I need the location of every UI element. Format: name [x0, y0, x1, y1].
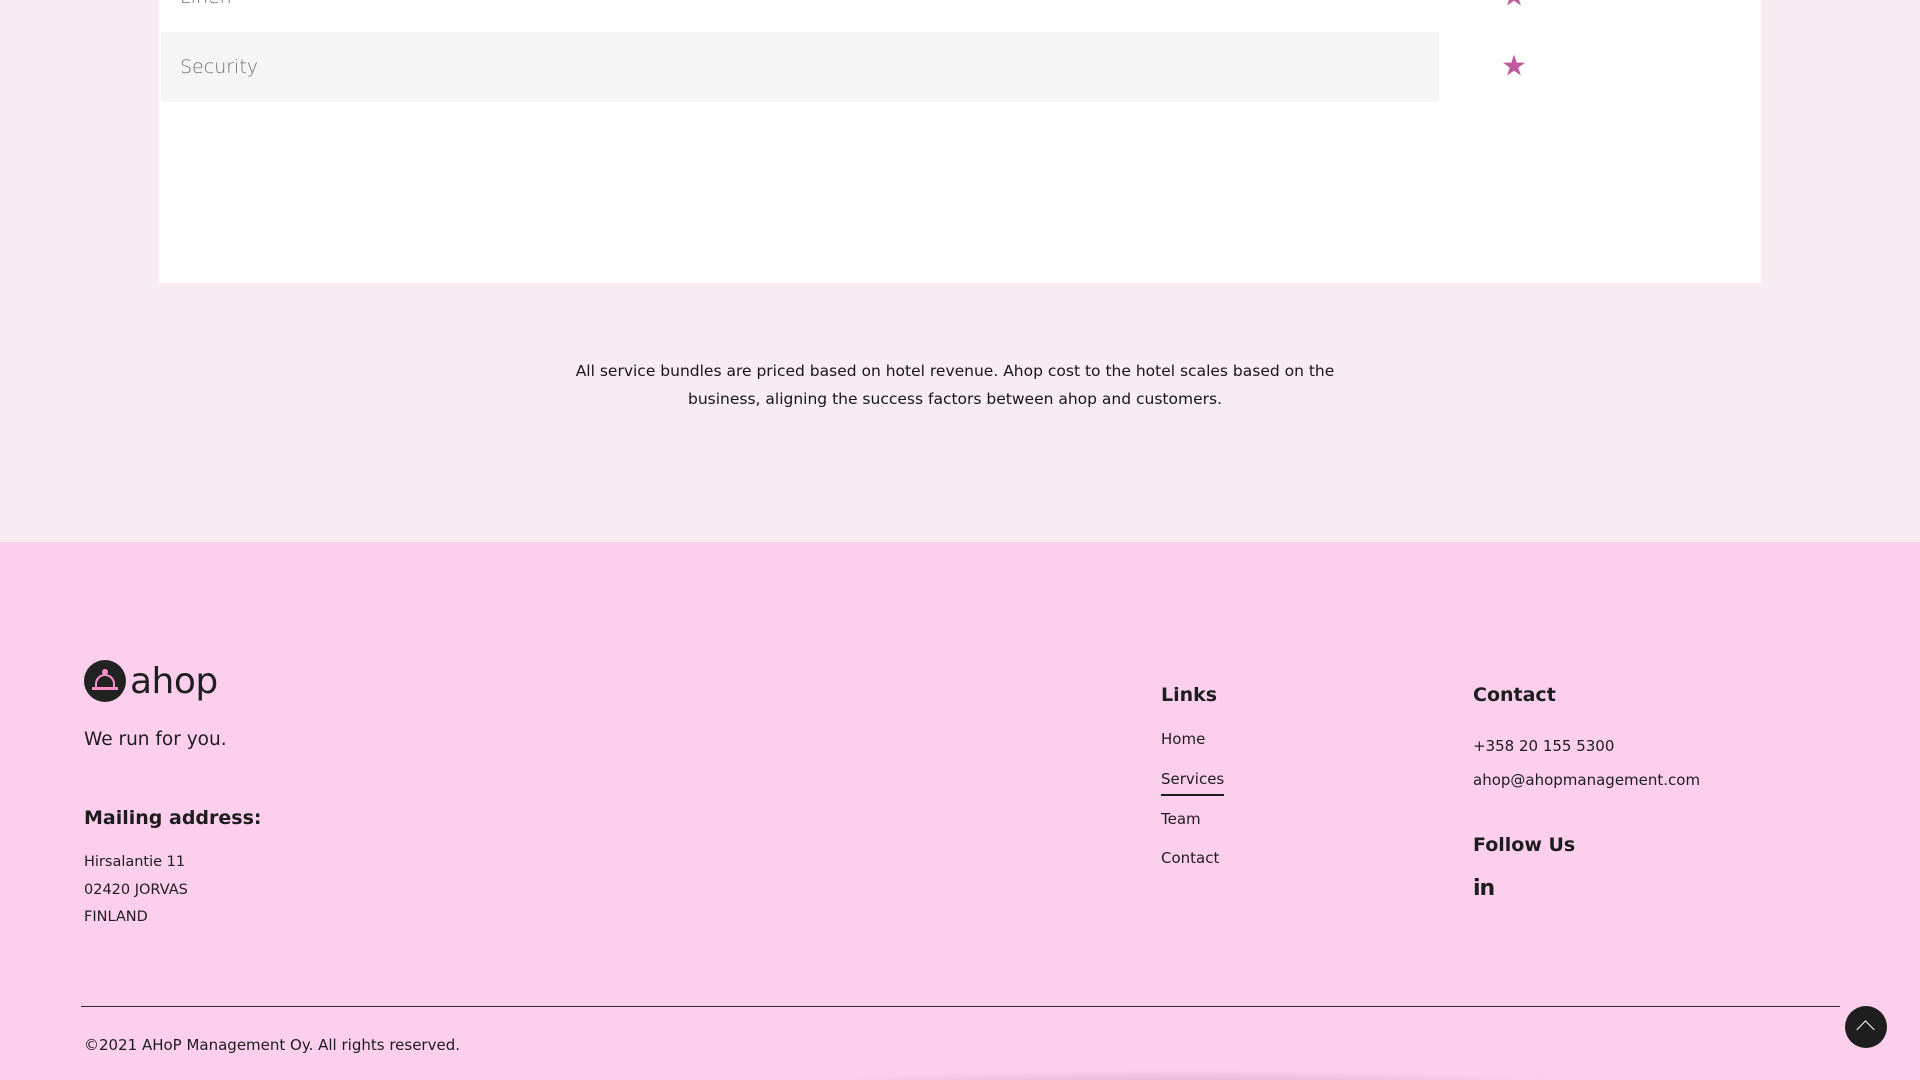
contact-phone[interactable]: +358 20 155 5300	[1473, 737, 1614, 755]
logo-wordmark: ahop	[130, 660, 218, 702]
address-line: Hirsalantie 11	[84, 854, 186, 870]
footer-link-team[interactable]: Team	[1161, 810, 1201, 834]
star-icon: ★	[1501, 0, 1527, 12]
linkedin-icon[interactable]: in	[1473, 876, 1495, 901]
footer-link-services[interactable]: Services	[1161, 770, 1225, 796]
site-footer: ahop We run for you. Mailing address: Hi…	[0, 542, 1920, 1080]
service-row-label: Linen	[180, 0, 232, 8]
footer-link-contact[interactable]: Contact	[1161, 849, 1219, 873]
pricing-note-line: business, aligning the success factors b…	[687, 390, 1223, 408]
follow-us-heading: Follow Us	[1473, 834, 1576, 856]
bell-logo-icon	[84, 660, 126, 702]
bottom-shadow	[780, 1070, 1590, 1080]
pricing-note-line: All service bundles are priced based on …	[575, 362, 1335, 380]
service-row-label: Security	[180, 56, 259, 78]
links-heading: Links	[1161, 684, 1218, 706]
footer-logo[interactable]: ahop	[84, 660, 218, 702]
services-section: Linen ★ Security ★ All service bundles a…	[0, 0, 1920, 542]
mailing-address-heading: Mailing address:	[84, 807, 262, 829]
scroll-to-top-button[interactable]	[1845, 1006, 1887, 1048]
copyright-text: ©2021 AHoP Management Oy. All rights res…	[84, 1036, 460, 1054]
pricing-note: All service bundles are priced based on …	[560, 357, 1350, 413]
tagline: We run for you.	[84, 729, 227, 750]
service-row-security: Security ★	[161, 32, 1527, 102]
contact-email[interactable]: ahop@ahopmanagement.com	[1473, 771, 1700, 789]
address-line: 02420 JORVAS	[84, 882, 188, 898]
contact-heading: Contact	[1473, 684, 1556, 706]
footer-divider	[81, 1006, 1840, 1007]
address-line: FINLAND	[84, 909, 148, 925]
star-icon: ★	[1501, 50, 1527, 83]
footer-link-home[interactable]: Home	[1161, 730, 1205, 754]
chevron-up-icon	[1856, 1020, 1875, 1039]
service-row-linen: Linen ★	[161, 0, 1527, 32]
